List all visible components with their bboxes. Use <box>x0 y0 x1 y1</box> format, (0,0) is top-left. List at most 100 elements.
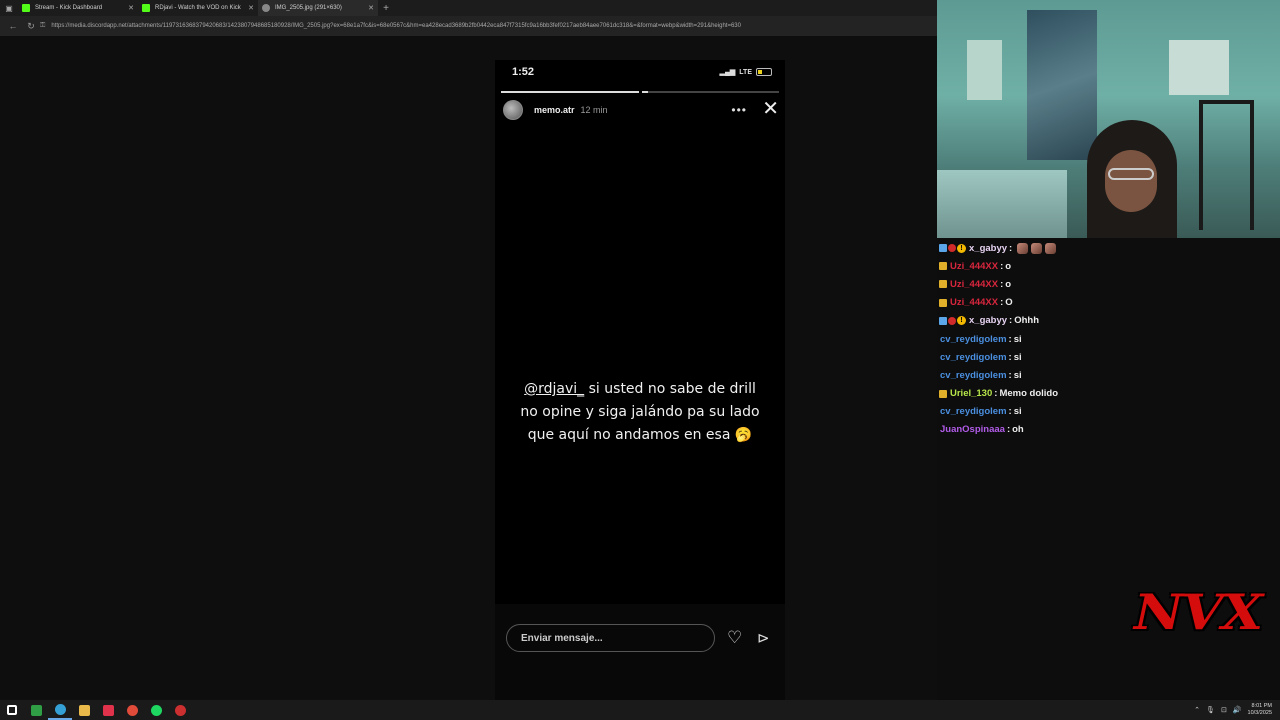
windows-taskbar: ⌃ 🎙 ⊡ 🔊 8:01 PM 10/3/2025 <box>0 700 1280 720</box>
browser-tab-active[interactable]: IMG_2505.jpg (291×630) ✕ <box>258 0 378 16</box>
chat-separator: : <box>1009 315 1013 327</box>
chat-message: Uzi_444XX: o <box>937 275 1280 293</box>
file-explorer-icon <box>78 704 90 716</box>
browser-tab-bar: ▣ Stream - Kick Dashboard ✕ RDjavi - Wat… <box>0 0 937 16</box>
subscriber-badge-icon <box>939 244 947 253</box>
chat-message: cv_reydigolem: si <box>937 348 1280 366</box>
phone-status-icons: ▂▄▆ LTE <box>720 68 772 76</box>
chat-message: Uriel_130: Memo dolido <box>937 385 1280 403</box>
taskbar-app[interactable] <box>96 700 120 720</box>
gold-badge-icon <box>939 298 947 307</box>
chat-emote-icon <box>1045 242 1057 254</box>
signal-icon: ▂▄▆ <box>719 69 736 76</box>
story-progress <box>501 91 779 93</box>
chat-username[interactable]: cv_reydigolem <box>940 334 1007 345</box>
chat-text: o <box>1005 260 1012 272</box>
taskbar-app[interactable] <box>72 700 96 720</box>
tab-title: IMG_2505.jpg (291×630) <box>275 5 342 11</box>
story-reply-bar: Enviar mensaje... ♡ ⊳ <box>495 604 785 710</box>
chat-username[interactable]: Uriel_130 <box>950 388 992 399</box>
spotify-icon <box>150 704 162 716</box>
story-screenshot: 1:52 ▂▄▆ LTE memo.atr 12 min ••• ✕ @rdja… <box>495 60 785 710</box>
network-icon[interactable]: ⊡ <box>1221 706 1227 714</box>
story-mention[interactable]: @rdjavi_ <box>524 381 584 397</box>
bed <box>937 170 1067 238</box>
taskbar-app[interactable] <box>168 700 192 720</box>
address-bar: ← ↻ ⚿ https://media.discordapp.net/attac… <box>0 16 937 36</box>
chat-separator: : <box>1009 242 1013 254</box>
chat-message: cv_reydigolem: si <box>937 366 1280 384</box>
microphone-icon[interactable]: 🎙 <box>1206 706 1215 714</box>
chat-username[interactable]: cv_reydigolem <box>940 406 1007 417</box>
back-arrow-icon[interactable]: ← <box>4 21 22 31</box>
obs-icon <box>174 704 186 716</box>
wall-poster <box>967 40 1002 100</box>
streamer-face <box>1105 150 1157 212</box>
browser-tab[interactable]: RDjavi - Watch the VOD on Kick ✕ <box>138 0 258 16</box>
chat-username[interactable]: JuanOspinaaa <box>940 424 1005 435</box>
browser-tab[interactable]: Stream - Kick Dashboard ✕ <box>18 0 138 16</box>
volume-icon[interactable]: 🔊 <box>1233 706 1242 714</box>
more-options-icon[interactable]: ••• <box>731 103 747 117</box>
chat-message: cv_reydigolem: si <box>937 403 1280 421</box>
chat-username[interactable]: Uzi_444XX <box>950 279 998 290</box>
chat-username[interactable]: cv_reydigolem <box>940 370 1007 381</box>
window-menu-icon[interactable]: ▣ <box>0 0 18 16</box>
reply-input[interactable]: Enviar mensaje... <box>506 624 715 652</box>
taskbar-app[interactable] <box>48 700 72 720</box>
story-username[interactable]: memo.atr <box>534 105 575 115</box>
chevron-up-icon[interactable]: ⌃ <box>1194 706 1200 714</box>
red-badge-icon <box>948 244 956 253</box>
chat-overlay: ! x_gabyy: Uzi_444XX: o Uzi_444XX: o Uzi_444XX… <box>937 238 1280 439</box>
chat-message: JuanOspinaaa: oh <box>937 421 1280 439</box>
network-type: LTE <box>739 68 752 76</box>
chat-username[interactable]: Uzi_444XX <box>950 297 998 308</box>
page-viewport: 1:52 ▂▄▆ LTE memo.atr 12 min ••• ✕ @rdja… <box>0 36 937 710</box>
tab-close-icon[interactable]: ✕ <box>128 4 134 12</box>
clock-date: 10/3/2025 <box>1247 710 1272 716</box>
taskbar-app[interactable] <box>0 700 24 720</box>
chat-username[interactable]: x_gabyy <box>969 315 1007 326</box>
heart-icon[interactable]: ♡ <box>727 628 742 648</box>
reload-icon[interactable]: ↻ <box>22 21 40 32</box>
send-icon[interactable]: ⊳ <box>757 629 770 647</box>
chat-message: ! x_gabyy: <box>937 239 1280 257</box>
chat-separator: : <box>1000 260 1004 272</box>
tab-close-icon[interactable]: ✕ <box>368 4 374 12</box>
chat-username[interactable]: Uzi_444XX <box>950 261 998 272</box>
chat-separator: : <box>1008 333 1012 345</box>
treadmill <box>1199 100 1254 230</box>
chat-separator: : <box>1008 351 1012 363</box>
chat-separator: : <box>1008 406 1012 418</box>
chat-message: Uzi_444XX: O <box>937 294 1280 312</box>
close-icon[interactable]: ✕ <box>762 96 779 121</box>
system-tray: ⌃ 🎙 ⊡ 🔊 8:01 PM 10/3/2025 <box>1194 700 1272 720</box>
tab-title: RDjavi - Watch the VOD on Kick <box>155 5 241 11</box>
taskbar-app[interactable] <box>120 700 144 720</box>
wall-tapestry <box>1027 10 1097 160</box>
chat-text: o <box>1005 278 1012 290</box>
chat-text: si <box>1013 351 1022 363</box>
chat-text: si <box>1013 406 1022 418</box>
story-time-ago: 12 min <box>580 105 608 115</box>
chat-message: ! x_gabyy: Ohhh <box>937 312 1280 330</box>
chat-username[interactable]: x_gabyy <box>969 243 1007 254</box>
site-info-icon[interactable]: ⚿ <box>40 22 45 30</box>
avatar[interactable] <box>503 100 523 120</box>
chat-username[interactable]: cv_reydigolem <box>940 352 1007 363</box>
new-tab-icon[interactable]: + <box>378 3 394 14</box>
edge-browser-icon <box>54 703 66 715</box>
tab-close-icon[interactable]: ✕ <box>248 4 254 12</box>
taskbar-clock[interactable]: 8:01 PM 10/3/2025 <box>1248 703 1272 717</box>
progress-segment <box>641 91 779 93</box>
glasses <box>1108 168 1154 180</box>
phone-time: 1:52 <box>512 66 535 78</box>
chat-separator: : <box>1006 424 1011 436</box>
taskbar-app[interactable] <box>24 700 48 720</box>
subscriber-badge-icon <box>939 316 947 325</box>
gold-badge-icon <box>939 262 947 271</box>
phone-status-bar: 1:52 ▂▄▆ LTE <box>512 64 772 80</box>
taskbar-app[interactable] <box>144 700 168 720</box>
url-field[interactable]: ⚿ https://media.discordapp.net/attachmen… <box>40 19 929 33</box>
chat-text: si <box>1013 369 1022 381</box>
